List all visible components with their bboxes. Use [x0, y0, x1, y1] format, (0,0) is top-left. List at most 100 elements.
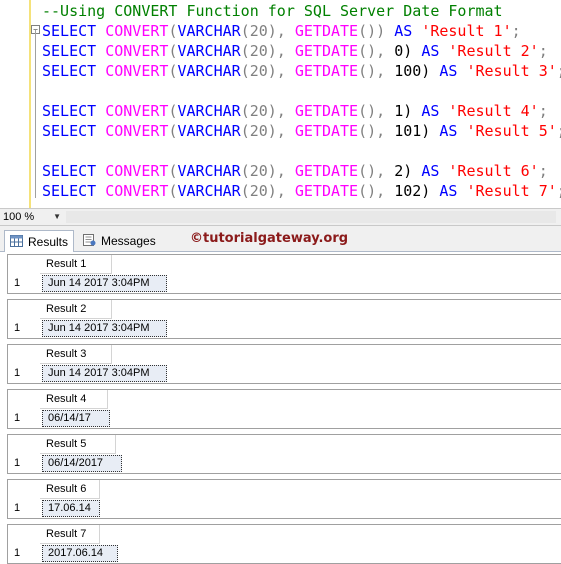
code-token: GETDATE [294, 162, 359, 180]
code-token: SELECT [42, 62, 97, 80]
code-token: AS [394, 22, 413, 40]
row-number[interactable]: 1 [8, 409, 40, 428]
outline-bar [35, 30, 36, 198]
code-token: GETDATE [294, 102, 359, 120]
code-token: 'Result 1' [421, 22, 512, 40]
zoom-select[interactable]: 100 % ▼ [3, 210, 61, 224]
code-token: SELECT [42, 122, 97, 140]
code-token: CONVERT [105, 22, 169, 40]
code-token: CONVERT [105, 62, 169, 80]
row-number[interactable]: 1 [8, 544, 40, 563]
result-grid[interactable]: Result 4 1 06/14/17 [7, 389, 561, 429]
result-cell[interactable]: 17.06.14 [42, 500, 100, 517]
tab-messages[interactable]: Messages [78, 230, 156, 252]
result-cell[interactable]: Jun 14 2017 3:04PM [42, 275, 167, 292]
row-number[interactable]: 1 [8, 499, 40, 518]
column-header[interactable]: Result 5 [40, 435, 116, 454]
code-token: CONVERT [105, 182, 169, 200]
code-token: VARCHAR [177, 102, 241, 120]
code-token: AS [421, 102, 440, 120]
horizontal-scrollbar[interactable] [66, 211, 556, 223]
code-token: ; [538, 42, 548, 60]
code-token: 102) [394, 182, 431, 200]
code-token: (20), [240, 122, 286, 140]
result-grid[interactable]: Result 3 1 Jun 14 2017 3:04PM [7, 344, 561, 384]
result-cell[interactable]: 06/14/17 [42, 410, 110, 427]
code-line: SELECT CONVERT(VARCHAR(20), GETDATE(), 2… [42, 161, 548, 181]
row-number[interactable]: 1 [8, 274, 40, 293]
code-token: 1) [394, 102, 413, 120]
code-token: AS [439, 62, 458, 80]
code-token: (), [358, 122, 386, 140]
result-cell[interactable]: 06/14/2017 [42, 455, 122, 472]
result-cell[interactable]: 2017.06.14 [42, 545, 118, 562]
row-header-corner[interactable] [8, 255, 41, 274]
zoom-bar: 100 % ▼ [0, 208, 561, 226]
row-number[interactable]: 1 [8, 454, 40, 473]
query-editor[interactable]: − --Using CONVERT Function for SQL Serve… [0, 0, 561, 208]
row-header-corner[interactable] [8, 300, 41, 319]
row-header-corner[interactable] [8, 435, 41, 454]
column-header[interactable]: Result 4 [40, 390, 108, 409]
code-token: 2) [394, 162, 413, 180]
code-token: 'Result 5' [466, 122, 557, 140]
code-line: SELECT CONVERT(VARCHAR(20), GETDATE()) A… [42, 21, 521, 41]
result-cell[interactable]: Jun 14 2017 3:04PM [42, 320, 167, 337]
code-token: GETDATE [294, 42, 359, 60]
row-header-corner[interactable] [8, 525, 41, 544]
column-header[interactable]: Result 2 [40, 300, 112, 319]
code-line: SELECT CONVERT(VARCHAR(20), GETDATE(), 1… [42, 181, 561, 201]
row-number[interactable]: 1 [8, 319, 40, 338]
code-token: 'Result 6' [448, 162, 539, 180]
grid-icon [10, 235, 23, 247]
code-token: (20), [240, 182, 286, 200]
column-header[interactable]: Result 1 [40, 255, 112, 274]
code-token: CONVERT [105, 102, 169, 120]
code-line: SELECT CONVERT(VARCHAR(20), GETDATE(), 1… [42, 61, 561, 81]
code-token: VARCHAR [177, 42, 241, 60]
code-token: SELECT [42, 182, 97, 200]
result-cell[interactable]: Jun 14 2017 3:04PM [42, 365, 167, 382]
code-token: 0) [394, 42, 413, 60]
result-grid[interactable]: Result 5 1 06/14/2017 [7, 434, 561, 474]
watermark-text: ©tutorialgateway.org [190, 231, 349, 246]
column-header[interactable]: Result 7 [40, 525, 100, 544]
code-token: VARCHAR [177, 22, 241, 40]
code-token: AS [439, 122, 458, 140]
code-comment: --Using CONVERT Function for SQL Server … [42, 2, 503, 20]
row-header-corner[interactable] [8, 390, 41, 409]
code-token: 'Result 3' [466, 62, 557, 80]
code-token: GETDATE [294, 122, 359, 140]
result-grid[interactable]: Result 6 1 17.06.14 [7, 479, 561, 519]
code-token: (), [358, 62, 386, 80]
result-grid[interactable]: Result 2 1 Jun 14 2017 3:04PM [7, 299, 561, 339]
code-token: SELECT [42, 42, 97, 60]
code-token: (), [358, 162, 386, 180]
code-token: GETDATE [294, 22, 359, 40]
code-token: ; [538, 162, 548, 180]
code-token: (20), [240, 102, 286, 120]
code-token: (), [358, 102, 386, 120]
tab-results-label: Results [28, 235, 69, 249]
code-token: (20), [240, 22, 286, 40]
code-token: 'Result 4' [448, 102, 539, 120]
code-token: SELECT [42, 102, 97, 120]
column-header[interactable]: Result 3 [40, 345, 112, 364]
row-number[interactable]: 1 [8, 364, 40, 383]
tab-results[interactable]: Results [4, 230, 74, 252]
code-line: SELECT CONVERT(VARCHAR(20), GETDATE(), 1… [42, 121, 561, 141]
code-token: SELECT [42, 22, 97, 40]
code-token: 100) [394, 62, 431, 80]
row-header-corner[interactable] [8, 345, 41, 364]
code-token: CONVERT [105, 162, 169, 180]
code-token: VARCHAR [177, 122, 241, 140]
code-token: ; [557, 62, 561, 80]
code-token: VARCHAR [177, 162, 241, 180]
code-token: AS [439, 182, 458, 200]
result-grid[interactable]: Result 1 1 Jun 14 2017 3:04PM [7, 254, 561, 294]
result-grid[interactable]: Result 7 1 2017.06.14 [7, 524, 561, 564]
code-token: VARCHAR [177, 62, 241, 80]
code-token: (), [358, 182, 386, 200]
column-header[interactable]: Result 6 [40, 480, 100, 499]
row-header-corner[interactable] [8, 480, 41, 499]
